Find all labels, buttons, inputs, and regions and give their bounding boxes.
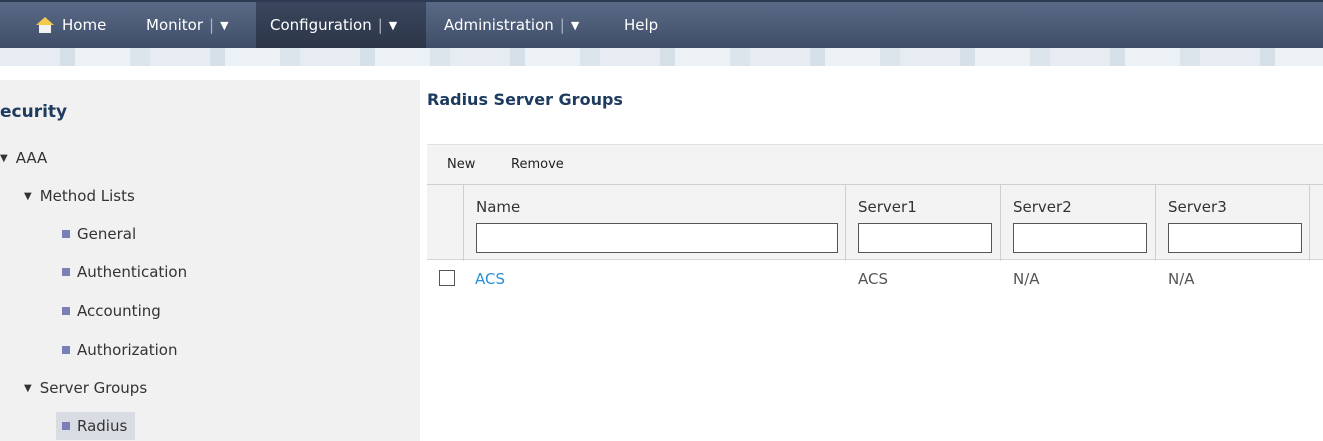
sidebar-item-label: AAA <box>15 149 48 167</box>
sidebar-item-label: General <box>77 225 137 243</box>
expand-triangle-icon[interactable]: ▼ <box>0 153 8 164</box>
nav-configuration-label: Configuration <box>270 16 372 34</box>
sidebar-item-server-groups[interactable]: ▼ Server Groups <box>24 374 147 402</box>
nav-administration-label: Administration <box>444 16 554 34</box>
column-header[interactable]: Server2 <box>1013 198 1072 216</box>
column-header[interactable]: Server1 <box>858 198 917 216</box>
sidebar-item-accounting[interactable]: Accounting <box>62 297 161 325</box>
table-row: ACS ACS N/A N/A <box>427 262 1323 296</box>
server2-filter-input[interactable] <box>1013 223 1147 253</box>
remove-button[interactable]: Remove <box>511 157 564 172</box>
chevron-down-icon[interactable]: ▼ <box>389 19 397 32</box>
sidebar: ecurity ▼ AAA ▼ Method Lists General Aut… <box>0 80 420 441</box>
nav-configuration[interactable]: Configuration | ▼ <box>256 2 426 48</box>
bullet-icon <box>62 307 70 315</box>
chevron-down-icon[interactable]: ▼ <box>571 19 579 32</box>
expand-triangle-icon[interactable]: ▼ <box>24 191 32 202</box>
table-header: Name Server1 Server2 Server3 <box>427 184 1323 261</box>
bullet-icon <box>62 422 70 430</box>
sidebar-item-label: Accounting <box>77 302 161 320</box>
decorative-band <box>0 48 1323 66</box>
server1-filter-input[interactable] <box>858 223 992 253</box>
expand-triangle-icon[interactable]: ▼ <box>24 383 32 394</box>
sidebar-item-label: Method Lists <box>39 187 135 205</box>
sidebar-item-aaa[interactable]: ▼ AAA <box>0 144 47 172</box>
nav-home[interactable]: Home <box>36 2 106 48</box>
top-nav: Home Monitor | ▼ Configuration | ▼ Admin… <box>0 0 1323 48</box>
sidebar-item-method-lists[interactable]: ▼ Method Lists <box>24 182 135 210</box>
sidebar-item-authentication[interactable]: Authentication <box>62 258 187 286</box>
nav-help[interactable]: Help <box>624 2 658 48</box>
column-name: Name <box>463 185 845 261</box>
chevron-down-icon[interactable]: ▼ <box>220 19 228 32</box>
column-server3: Server3 <box>1155 185 1310 261</box>
column-header[interactable]: Server3 <box>1168 198 1227 216</box>
toolbar: New Remove <box>427 144 1323 184</box>
sidebar-item-authorization[interactable]: Authorization <box>62 336 177 364</box>
row-server3: N/A <box>1168 270 1195 288</box>
sidebar-item-label: Authentication <box>77 263 188 281</box>
nav-home-label: Home <box>62 16 107 34</box>
row-name-link[interactable]: ACS <box>475 270 505 288</box>
sidebar-title: ecurity <box>0 102 68 122</box>
bullet-icon <box>62 346 70 354</box>
nav-monitor-label: Monitor <box>146 16 204 34</box>
band-spacer <box>0 66 1323 78</box>
page-title: Radius Server Groups <box>427 90 623 109</box>
nav-separator: | <box>559 16 565 34</box>
sidebar-item-general[interactable]: General <box>62 220 136 248</box>
nav-administration[interactable]: Administration | ▼ <box>444 2 579 48</box>
sidebar-item-label: Authorization <box>77 341 178 359</box>
new-button[interactable]: New <box>447 157 475 172</box>
server3-filter-input[interactable] <box>1168 223 1302 253</box>
nav-separator: | <box>209 16 215 34</box>
home-icon <box>36 17 54 33</box>
row-server2: N/A <box>1013 270 1040 288</box>
row-checkbox[interactable] <box>439 270 455 286</box>
column-server2: Server2 <box>1000 185 1155 261</box>
column-header[interactable]: Name <box>476 198 520 216</box>
name-filter-input[interactable] <box>476 223 838 253</box>
nav-separator: | <box>377 16 383 34</box>
row-server1: ACS <box>858 270 888 288</box>
bullet-icon <box>62 230 70 238</box>
bullet-icon <box>62 268 70 276</box>
sidebar-item-label: Radius <box>77 417 128 435</box>
nav-monitor[interactable]: Monitor | ▼ <box>146 2 229 48</box>
sidebar-item-radius[interactable]: Radius <box>56 412 136 440</box>
nav-help-label: Help <box>624 16 659 34</box>
column-server1: Server1 <box>845 185 1000 261</box>
sidebar-item-label: Server Groups <box>39 379 148 397</box>
